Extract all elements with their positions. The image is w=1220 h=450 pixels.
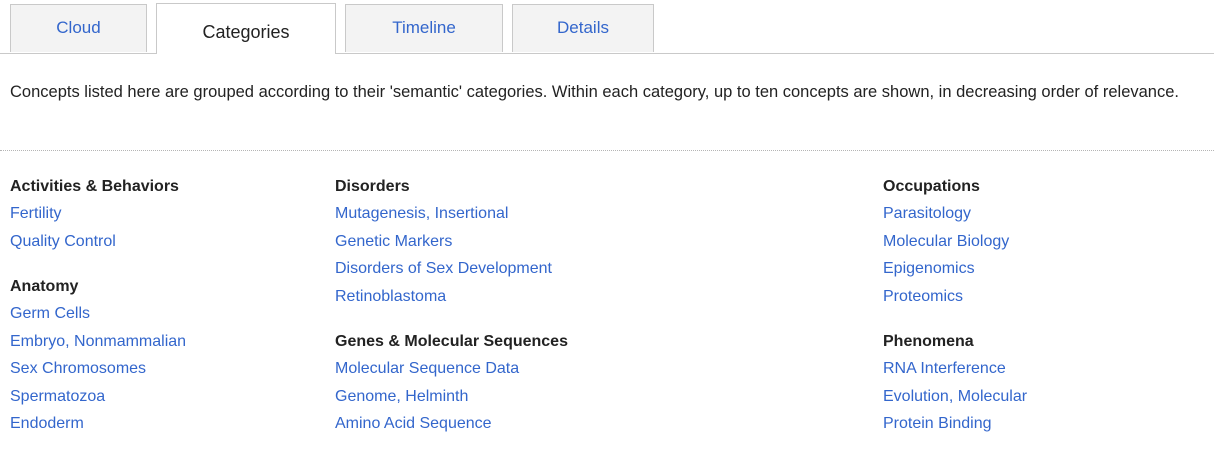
concept-link[interactable]: Disorders of Sex Development — [335, 259, 568, 287]
concept-link[interactable]: Embryo, Nonmammalian — [10, 332, 186, 360]
concept-link[interactable]: Fertility — [10, 204, 186, 232]
tab-details[interactable]: Details — [512, 4, 654, 52]
concept-link[interactable]: Retinoblastoma — [335, 287, 568, 315]
section-divider — [0, 150, 1214, 151]
concept-link[interactable]: Molecular Sequence Data — [335, 359, 568, 387]
page: Cloud Categories Timeline Details Concep… — [0, 0, 1220, 450]
category-title: Genes & Molecular Sequences — [335, 333, 568, 350]
category-disorders: Disorders Mutagenesis, Insertional Genet… — [335, 177, 568, 314]
category-column-2: Disorders Mutagenesis, Insertional Genet… — [335, 177, 568, 450]
concept-link[interactable]: Genome, Helminth — [335, 387, 568, 415]
category-activities: Activities & Behaviors Fertility Quality… — [10, 177, 186, 259]
tab-bar: Cloud Categories Timeline Details — [0, 0, 1214, 54]
concept-link[interactable]: Amino Acid Sequence — [335, 414, 568, 442]
category-title: Anatomy — [10, 278, 79, 295]
concept-link[interactable]: Molecular Biology — [883, 232, 1027, 260]
category-anatomy: Anatomy Germ Cells Embryo, Nonmammalian … — [10, 277, 186, 442]
concept-link[interactable]: Proteomics — [883, 287, 1027, 315]
concept-link[interactable]: Spermatozoa — [10, 387, 186, 415]
intro-text: Concepts listed here are grouped accordi… — [10, 83, 1179, 101]
category-title: Phenomena — [883, 333, 974, 350]
category-title: Activities & Behaviors — [10, 178, 179, 195]
category-title: Disorders — [335, 178, 410, 195]
concept-link[interactable]: Quality Control — [10, 232, 186, 260]
category-column-3: Occupations Parasitology Molecular Biolo… — [883, 177, 1027, 450]
category-phenomena: Phenomena RNA Interference Evolution, Mo… — [883, 332, 1027, 442]
concept-link[interactable]: Evolution, Molecular — [883, 387, 1027, 415]
tab-timeline[interactable]: Timeline — [345, 4, 503, 52]
concept-link[interactable]: Parasitology — [883, 204, 1027, 232]
tab-cloud[interactable]: Cloud — [10, 4, 147, 52]
concept-link[interactable]: Epigenomics — [883, 259, 1027, 287]
concept-link[interactable]: Sex Chromosomes — [10, 359, 186, 387]
concept-link[interactable]: Germ Cells — [10, 304, 186, 332]
concept-link[interactable]: Endoderm — [10, 414, 186, 442]
category-title: Occupations — [883, 178, 980, 195]
category-occupations: Occupations Parasitology Molecular Biolo… — [883, 177, 1027, 314]
tab-categories[interactable]: Categories — [156, 3, 336, 54]
concept-link[interactable]: Protein Binding — [883, 414, 1027, 442]
concept-link[interactable]: RNA Interference — [883, 359, 1027, 387]
concept-link[interactable]: Mutagenesis, Insertional — [335, 204, 568, 232]
category-genes: Genes & Molecular Sequences Molecular Se… — [335, 332, 568, 442]
concept-link[interactable]: Genetic Markers — [335, 232, 568, 260]
category-column-1: Activities & Behaviors Fertility Quality… — [10, 177, 186, 450]
